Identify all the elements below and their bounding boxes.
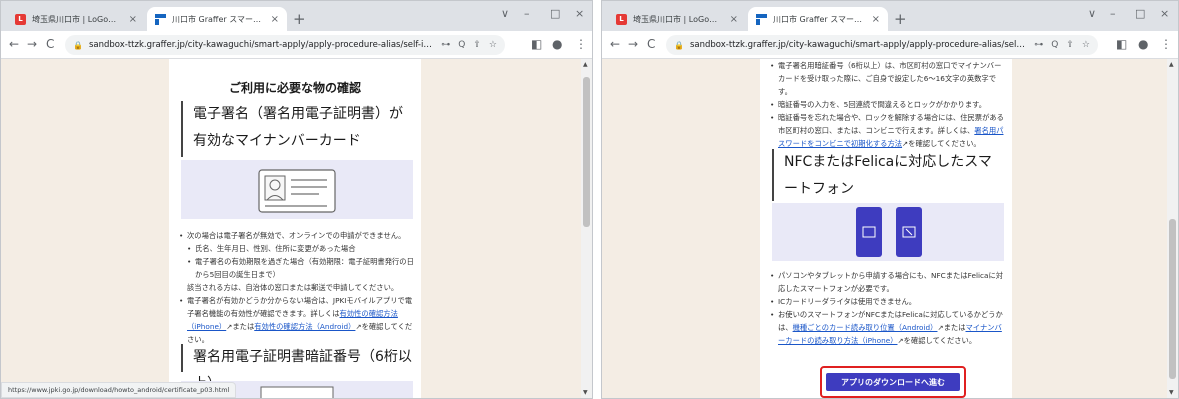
scroll-up-icon[interactable]: ▲ (583, 61, 588, 68)
status-bar-link-preview: https://www.jpki.go.jp/download/howto_an… (1, 382, 237, 398)
maximize-button[interactable]: □ (1135, 7, 1145, 20)
forward-icon[interactable]: → (628, 37, 638, 51)
lock-icon: 🔒 (674, 40, 684, 50)
list-item: 暗証番号を忘れた場合や、ロックを解除する場合には、住民票がある市区町村の窓口、ま… (770, 111, 1006, 150)
profile-avatar-icon[interactable]: ● (552, 37, 562, 51)
url-text: sandbox-ttzk.graffer.jp/city-kawaguchi/s… (689, 40, 1026, 50)
tab-logo-chat[interactable]: L 埼玉県川口市 | LoGoチャット × (608, 7, 746, 31)
browser-menu-icon[interactable]: ⋮ (1160, 37, 1172, 51)
tab-title: 川口市 Graffer スマート申請 ご利用 (172, 14, 265, 24)
list-item: 電子署名用暗証番号（6桁以上）は、市区町村の窓口でマイナンバーカードを受け取った… (770, 59, 1006, 98)
id-card-icon (258, 169, 336, 213)
tab-search-icon[interactable]: ∨ (501, 7, 509, 20)
reload-icon[interactable]: C (46, 37, 54, 51)
logo-chat-favicon-icon: L (616, 13, 627, 25)
browser-toolbar: ← → C 🔒 sandbox-ttzk.graffer.jp/city-kaw… (1, 31, 592, 59)
mynumber-card-illustration (181, 160, 413, 219)
address-bar[interactable]: 🔒 sandbox-ttzk.graffer.jp/city-kawaguchi… (666, 35, 1098, 55)
signature-requirements-list: 次の場合は電子署名が無効で、オンラインでの申請ができません。 氏名、生年月日、性… (179, 229, 415, 346)
vertical-scrollbar[interactable]: ▲ ▼ (1167, 59, 1178, 398)
list-item: 該当される方は、自治体の窓口または郵送で申請してください。 (187, 283, 399, 292)
section-title-nfc-smartphone: NFCまたはFelicaに対応したスマートフォン (772, 149, 1004, 201)
graffer-favicon-icon (756, 13, 767, 25)
browser-menu-icon[interactable]: ⋮ (575, 37, 587, 51)
left-browser-window: L 埼玉県川口市 | LoGoチャット × 川口市 Graffer スマート申請… (0, 0, 593, 399)
close-window-button[interactable]: × (1160, 7, 1169, 20)
scroll-thumb[interactable] (583, 77, 590, 227)
list-item: 電子署名が有効かどうか分からない場合は、JPKIモバイルアプリで電子署名機能の有… (179, 294, 415, 346)
minimize-button[interactable]: – (1110, 7, 1116, 20)
address-bar[interactable]: 🔒 sandbox-ttzk.graffer.jp/city-kawaguchi… (65, 35, 505, 55)
section-title-pin: 署名用電子証明書暗証番号（6桁以上） (181, 344, 413, 392)
list-item: お使いのスマートフォンがNFCまたはFelicaに対応しているかどうかは、機種ご… (770, 308, 1006, 347)
scroll-thumb[interactable] (1169, 219, 1176, 379)
share-icon[interactable]: ⇪ (473, 40, 481, 50)
highlight-frame (820, 366, 966, 398)
list-item: 次の場合は電子署名が無効で、オンラインでの申請ができません。 (179, 229, 415, 242)
tab-graffer[interactable]: 川口市 Graffer スマート申請 ご利用 × (147, 7, 287, 31)
tab-logo-chat[interactable]: L 埼玉県川口市 | LoGoチャット × (7, 7, 145, 31)
close-tab-icon[interactable]: × (872, 14, 880, 25)
zoom-icon[interactable]: Q (1051, 40, 1058, 50)
page-viewport: ご利用に必要な物の確認 電子署名（署名用電子証明書）が有効なマイナンバーカード … (1, 59, 592, 398)
back-icon[interactable]: ← (610, 37, 620, 51)
tab-title: 埼玉県川口市 | LoGoチャット (32, 14, 123, 24)
side-panel-icon[interactable]: ◧ (1116, 37, 1127, 51)
smartphone-icon (856, 207, 922, 257)
reload-icon[interactable]: C (647, 37, 655, 51)
zoom-icon[interactable]: Q (458, 40, 465, 50)
list-item: 電子署名の有効期限を過ぎた場合（有効期限：電子証明書発行の日から5回目の誕生日ま… (179, 255, 415, 281)
close-tab-icon[interactable]: × (129, 14, 137, 25)
bookmark-star-icon[interactable]: ☆ (1082, 40, 1090, 50)
tab-strip: L 埼玉県川口市 | LoGoチャット × 川口市 Graffer スマート申請… (602, 1, 1178, 31)
list-item: パソコンやタブレットから申請する場合にも、NFCまたはFelicaに対応したスマ… (770, 269, 1006, 295)
page-viewport: 電子署名用暗証番号（6桁以上）は、市区町村の窓口でマイナンバーカードを受け取った… (602, 59, 1178, 398)
pin-notes-list: 電子署名用暗証番号（6桁以上）は、市区町村の窓口でマイナンバーカードを受け取った… (770, 59, 1006, 150)
section-title-digital-signature: 電子署名（署名用電子証明書）が有効なマイナンバーカード (181, 101, 413, 157)
close-tab-icon[interactable]: × (730, 14, 738, 25)
logo-chat-favicon-icon: L (15, 13, 26, 25)
url-text: sandbox-ttzk.graffer.jp/city-kawaguchi/s… (88, 40, 433, 50)
scroll-up-icon[interactable]: ▲ (1169, 61, 1174, 68)
scroll-down-icon[interactable]: ▼ (583, 389, 588, 396)
close-window-button[interactable]: × (575, 7, 584, 20)
close-tab-icon[interactable]: × (271, 14, 279, 25)
share-icon[interactable]: ⇪ (1066, 40, 1074, 50)
profile-avatar-icon[interactable]: ● (1138, 37, 1148, 51)
new-tab-button[interactable]: + (894, 10, 907, 28)
tab-graffer[interactable]: 川口市 Graffer スマート申請 ご利用 × (748, 7, 888, 31)
tab-strip: L 埼玉県川口市 | LoGoチャット × 川口市 Graffer スマート申請… (1, 1, 592, 31)
right-browser-window: L 埼玉県川口市 | LoGoチャット × 川口市 Graffer スマート申請… (601, 0, 1179, 399)
tab-title: 川口市 Graffer スマート申請 ご利用 (773, 14, 866, 24)
new-tab-button[interactable]: + (293, 10, 306, 28)
vertical-scrollbar[interactable]: ▲ ▼ (581, 59, 592, 398)
list-item: ICカードリーダライタは使用できません。 (770, 295, 1006, 308)
android-validity-link[interactable]: 有効性の確認方法（Android） (254, 322, 355, 331)
browser-toolbar: ← → C 🔒 sandbox-ttzk.graffer.jp/city-kaw… (602, 31, 1178, 59)
list-item: 暗証番号の入力を、5回連続で間違えるとロックがかかります。 (770, 98, 1006, 111)
graffer-favicon-icon (155, 13, 166, 25)
side-panel-icon[interactable]: ◧ (531, 37, 542, 51)
minimize-button[interactable]: – (524, 7, 530, 20)
nfc-phones-illustration (772, 203, 1004, 261)
bookmark-star-icon[interactable]: ☆ (489, 40, 497, 50)
forward-icon[interactable]: → (27, 37, 37, 51)
password-key-icon[interactable]: ⊶ (1034, 40, 1043, 50)
maximize-button[interactable]: □ (550, 7, 560, 20)
page-title: ご利用に必要な物の確認 (228, 81, 361, 95)
nfc-notes-list: パソコンやタブレットから申請する場合にも、NFCまたはFelicaに対応したスマ… (770, 269, 1006, 347)
back-icon[interactable]: ← (9, 37, 19, 51)
tab-title: 埼玉県川口市 | LoGoチャット (633, 14, 724, 24)
android-read-position-link[interactable]: 機種ごとのカード読み取り位置（Android） (793, 323, 938, 332)
tab-search-icon[interactable]: ∨ (1088, 7, 1096, 20)
scroll-down-icon[interactable]: ▼ (1169, 389, 1174, 396)
lock-icon: 🔒 (73, 40, 83, 50)
password-key-icon[interactable]: ⊶ (441, 40, 450, 50)
list-item: 氏名、生年月日、性別、住所に変更があった場合 (179, 242, 415, 255)
